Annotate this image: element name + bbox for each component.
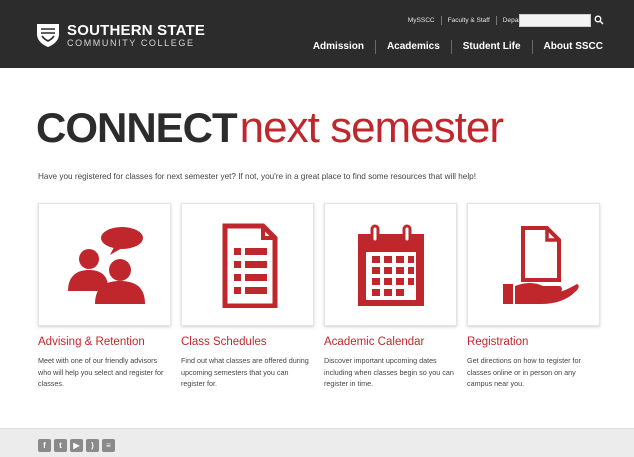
logo-name: SOUTHERN STATE	[67, 21, 206, 39]
card-description: Discover important upcoming dates includ…	[324, 356, 454, 389]
card-title[interactable]: Class Schedules	[181, 336, 314, 348]
card-image[interactable]	[467, 203, 600, 326]
card-academic-calendar[interactable]: Academic Calendar Discover important upc…	[324, 203, 457, 390]
card-image[interactable]	[38, 203, 171, 326]
hero-title-thin: next semester	[239, 103, 504, 152]
search-icon[interactable]	[594, 15, 604, 25]
card-class-schedules[interactable]: Class Schedules Find out what classes ar…	[181, 203, 314, 390]
social-links: f t ▶ ) ≡	[38, 439, 115, 452]
nav-about-sscc[interactable]: About SSCC	[531, 40, 614, 54]
main-nav: Admission Academics Student Life About S…	[302, 40, 614, 54]
hand-document-icon	[502, 225, 579, 304]
youtube-icon[interactable]: ▶	[70, 439, 83, 452]
card-description: Meet with one of our friendly advisors w…	[38, 356, 164, 389]
site-header: SOUTHERN STATE COMMUNITY COLLEGE MySSCC …	[0, 0, 634, 68]
hero-title-bold: CONNECT	[36, 104, 238, 151]
document-list-icon	[222, 223, 277, 308]
rss-icon[interactable]: )	[86, 439, 99, 452]
site-footer: f t ▶ ) ≡	[0, 428, 634, 457]
facebook-icon[interactable]: f	[38, 439, 51, 452]
card-title[interactable]: Registration	[467, 336, 600, 348]
site-logo[interactable]: SOUTHERN STATE COMMUNITY COLLEGE	[36, 22, 205, 48]
card-title[interactable]: Academic Calendar	[324, 336, 457, 348]
nav-student-life[interactable]: Student Life	[450, 40, 532, 54]
card-image[interactable]	[181, 203, 314, 326]
news-icon[interactable]: ≡	[102, 439, 115, 452]
people-chat-icon	[67, 226, 145, 304]
calendar-icon	[357, 224, 424, 306]
card-advising[interactable]: Advising & Retention Meet with one of ou…	[38, 203, 171, 390]
util-link-myscc[interactable]: MySSCC	[402, 16, 441, 25]
card-title[interactable]: Advising & Retention	[38, 336, 171, 348]
hero-intro: Have you registered for classes for next…	[38, 172, 476, 181]
card-image[interactable]	[324, 203, 457, 326]
twitter-icon[interactable]: t	[54, 439, 67, 452]
card-description: Find out what classes are offered during…	[181, 356, 309, 389]
card-registration[interactable]: Registration Get directions on how to re…	[467, 203, 600, 390]
nav-academics[interactable]: Academics	[374, 40, 451, 54]
search-input[interactable]	[519, 14, 591, 27]
util-link-faculty-staff[interactable]: Faculty & Staff	[440, 16, 496, 25]
nav-admission[interactable]: Admission	[302, 40, 375, 54]
logo-subname: COMMUNITY COLLEGE	[67, 37, 195, 48]
hero-title: CONNECTnext semester	[36, 103, 504, 152]
card-description: Get directions on how to register for cl…	[467, 356, 581, 389]
shield-logo-icon	[37, 24, 59, 47]
